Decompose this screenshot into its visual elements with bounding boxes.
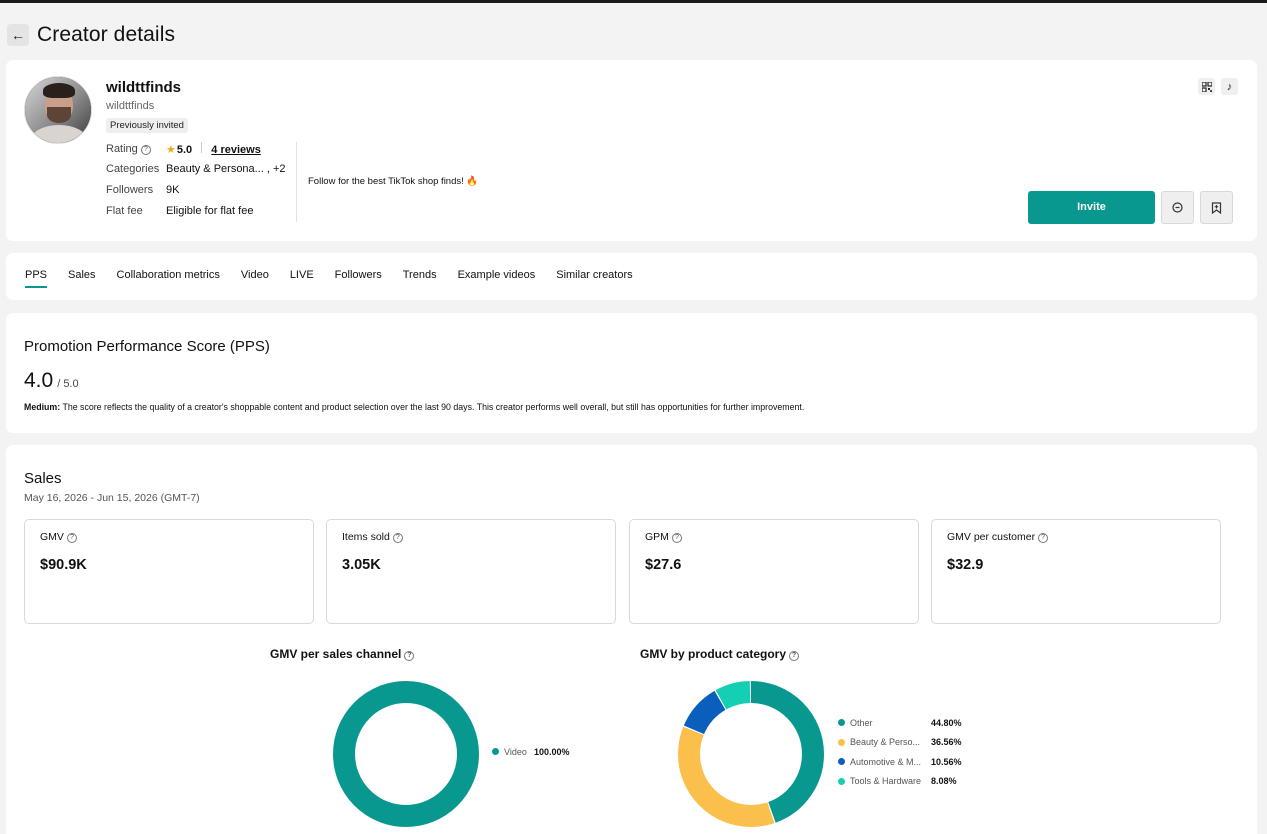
bookmark-add-icon (1211, 201, 1222, 214)
tab-example-videos[interactable]: Example videos (458, 253, 536, 300)
tab-video[interactable]: Video (241, 253, 269, 300)
help-icon[interactable]: ? (66, 533, 77, 543)
help-icon[interactable]: ? (140, 145, 151, 155)
back-button[interactable]: ← (7, 24, 29, 46)
legend-dot (838, 758, 845, 766)
donut-chart-product-category (678, 681, 824, 827)
legend-item[interactable]: Tools & Hardware 8.08% (838, 772, 962, 792)
metric-value: 3.05K (342, 557, 381, 573)
tab-live[interactable]: LIVE (290, 253, 314, 300)
legend-label: Tools & Hardware (850, 776, 922, 787)
metric-value: $90.9K (40, 557, 87, 573)
categories-value: Beauty & Persona... , +2 (166, 163, 286, 175)
legend-item[interactable]: Beauty & Perso... 36.56% (838, 733, 962, 753)
qr-code-icon (1201, 81, 1212, 92)
metric-card-gmv: GMV? $90.9K (24, 519, 314, 624)
help-icon[interactable]: ? (1038, 533, 1049, 543)
followers-row: Followers 9K (106, 184, 180, 196)
bookmark-button[interactable] (1200, 191, 1233, 224)
page-header: ← Creator details (7, 21, 175, 49)
tab-similar-creators[interactable]: Similar creators (556, 253, 632, 300)
pps-title: Promotion Performance Score (PPS) (24, 338, 270, 355)
legend-label: Video (504, 746, 527, 757)
chart-legend-sales-channel: Video 100.00% (492, 742, 570, 762)
arrow-left-icon: ← (11, 27, 25, 43)
creator-profile-card: wildttfinds wildttfinds Previously invit… (6, 60, 1257, 241)
metric-card-items-sold: Items sold? 3.05K (326, 519, 616, 624)
divider (296, 142, 297, 222)
sales-title: Sales (24, 470, 62, 487)
pps-card: Promotion Performance Score (PPS) 4.0/ 5… (6, 313, 1257, 433)
creator-handle: wildttfinds (106, 100, 155, 112)
divider (201, 142, 203, 153)
chart-title-sales-channel: GMV per sales channel? (270, 647, 415, 661)
metric-value: $27.6 (645, 557, 682, 573)
followers-value: 9K (166, 184, 180, 196)
invite-button[interactable]: Invite (1028, 191, 1155, 224)
pps-description: Medium: The score reflects the quality o… (24, 402, 805, 412)
categories-row: Categories Beauty & Persona... , +2 (106, 163, 286, 175)
metric-card-gmv-per-customer: GMV per customer? $32.9 (931, 519, 1221, 624)
legend-dot (838, 738, 845, 746)
legend-dot (838, 719, 845, 727)
help-icon[interactable]: ? (404, 651, 415, 661)
metric-value: $32.9 (947, 557, 984, 573)
legend-item[interactable]: Video 100.00% (492, 742, 570, 762)
status-badge: Previously invited (106, 118, 188, 133)
date-range: May 16, 2026 - Jun 15, 2026 (GMT-7) (24, 492, 200, 504)
pps-score: 4.0/ 5.0 (24, 369, 79, 392)
creator-name: wildttfinds (106, 79, 181, 96)
top-bar (0, 0, 1267, 3)
creator-bio: Follow for the best TikTok shop finds! 🔥 (308, 176, 479, 187)
chart-title-product-category: GMV by product category? (640, 647, 800, 661)
legend-label: Automotive & M... (850, 756, 922, 767)
legend-value: 100.00% (534, 746, 570, 757)
tab-sales[interactable]: Sales (68, 253, 96, 300)
legend-dot (838, 777, 845, 785)
help-icon[interactable]: ? (789, 651, 800, 661)
legend-item[interactable]: Other 44.80% (838, 713, 962, 733)
rating-value: 5.0 (176, 144, 193, 156)
tab-pps[interactable]: PPS (25, 253, 48, 300)
legend-dot (492, 748, 499, 756)
flat-fee-row: Flat fee Eligible for flat fee (106, 205, 254, 217)
reviews-link[interactable]: 4 reviews (211, 144, 261, 156)
legend-item[interactable]: Automotive & M... 10.56% (838, 752, 962, 772)
tab-followers[interactable]: Followers (335, 253, 382, 300)
avatar (24, 76, 92, 144)
legend-value: 8.08% (931, 776, 957, 787)
legend-label: Beauty & Perso... (850, 737, 921, 748)
tiktok-button[interactable]: ♪ (1221, 78, 1238, 95)
legend-value: 44.80% (931, 717, 962, 728)
star-icon: ★ (166, 144, 176, 156)
flat-fee-value: Eligible for flat fee (166, 205, 254, 217)
help-icon[interactable]: ? (671, 533, 682, 543)
chart-legend-product-category: Other 44.80% Beauty & Perso... 36.56% Automo… (838, 713, 962, 791)
rating-label: Rating? (106, 143, 166, 155)
pps-max: / 5.0 (57, 378, 79, 390)
legend-value: 36.56% (931, 737, 962, 748)
qr-code-button[interactable] (1198, 78, 1215, 95)
legend-value: 10.56% (931, 756, 962, 767)
metric-card-gpm: GPM? $27.6 (629, 519, 919, 624)
donut-chart-sales-channel (333, 681, 479, 827)
message-icon (1172, 202, 1183, 213)
legend-label: Other (850, 717, 873, 728)
tab-trends[interactable]: Trends (403, 253, 437, 300)
help-icon[interactable]: ? (392, 533, 403, 543)
tiktok-icon: ♪ (1226, 80, 1233, 93)
rating-row: Rating? ★5.0 4 reviews (106, 142, 261, 156)
page-title: Creator details (37, 23, 176, 46)
message-button[interactable] (1161, 191, 1194, 224)
sales-card: Sales May 16, 2026 - Jun 15, 2026 (GMT-7… (6, 445, 1257, 834)
tab-collaboration-metrics[interactable]: Collaboration metrics (117, 253, 220, 300)
tabs-bar: PPS Sales Collaboration metrics Video LI… (6, 253, 1257, 300)
pie-slice-video[interactable] (333, 681, 479, 827)
